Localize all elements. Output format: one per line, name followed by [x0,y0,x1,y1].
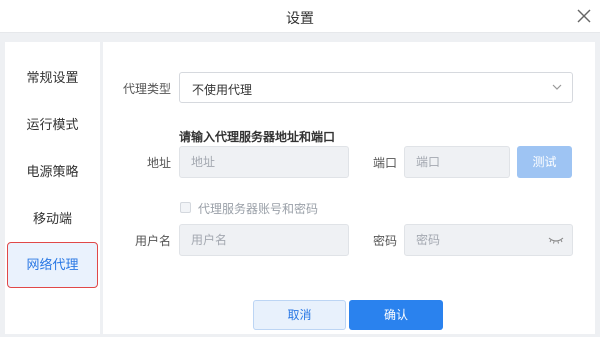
chevron-down-icon [552,84,562,90]
eye-closed-icon[interactable] [548,236,564,244]
sidebar-item-power-policy[interactable]: 电源策略 [5,150,100,196]
password-input[interactable] [405,225,572,255]
cancel-button[interactable]: 取消 [253,300,346,330]
port-input[interactable] [405,147,509,177]
test-button[interactable]: 测试 [517,146,572,178]
username-label: 用户名 [134,234,171,248]
settings-sidebar: 常规设置 运行模式 电源策略 移动端 网络代理 [5,42,100,334]
sidebar-item-run-mode[interactable]: 运行模式 [5,103,100,149]
close-button[interactable] [574,6,594,26]
title-bar: 设置 [0,0,600,33]
port-field[interactable] [404,146,510,178]
proxy-type-label: 代理类型 [122,82,171,96]
address-label: 地址 [146,156,171,170]
proxy-settings-panel: 代理类型 不使用代理 请输入代理服务器地址和端口 地址 端口 测试 代理服务器账… [103,42,595,334]
username-field[interactable] [179,224,349,256]
sidebar-item-mobile[interactable]: 移动端 [5,197,100,243]
port-label: 端口 [372,156,397,170]
address-input[interactable] [180,147,348,177]
dialog-body: 常规设置 运行模式 电源策略 移动端 网络代理 代理类型 不使用代理 请输入代理… [0,33,600,337]
username-input[interactable] [180,225,348,255]
proxy-auth-checkbox-label: 代理服务器账号和密码 [198,202,319,216]
proxy-type-select[interactable]: 不使用代理 [179,72,573,103]
password-label: 密码 [372,234,397,248]
confirm-button[interactable]: 确认 [349,300,443,330]
proxy-auth-checkbox[interactable] [180,202,191,213]
proxy-type-value: 不使用代理 [192,83,253,97]
password-field[interactable] [404,224,573,256]
dialog-title: 设置 [286,11,314,27]
address-field[interactable] [179,146,349,178]
proxy-section-title: 请输入代理服务器地址和端口 [179,130,336,144]
sidebar-item-network-proxy[interactable]: 网络代理 [7,242,98,288]
close-icon [577,9,591,23]
sidebar-item-general[interactable]: 常规设置 [5,56,100,102]
